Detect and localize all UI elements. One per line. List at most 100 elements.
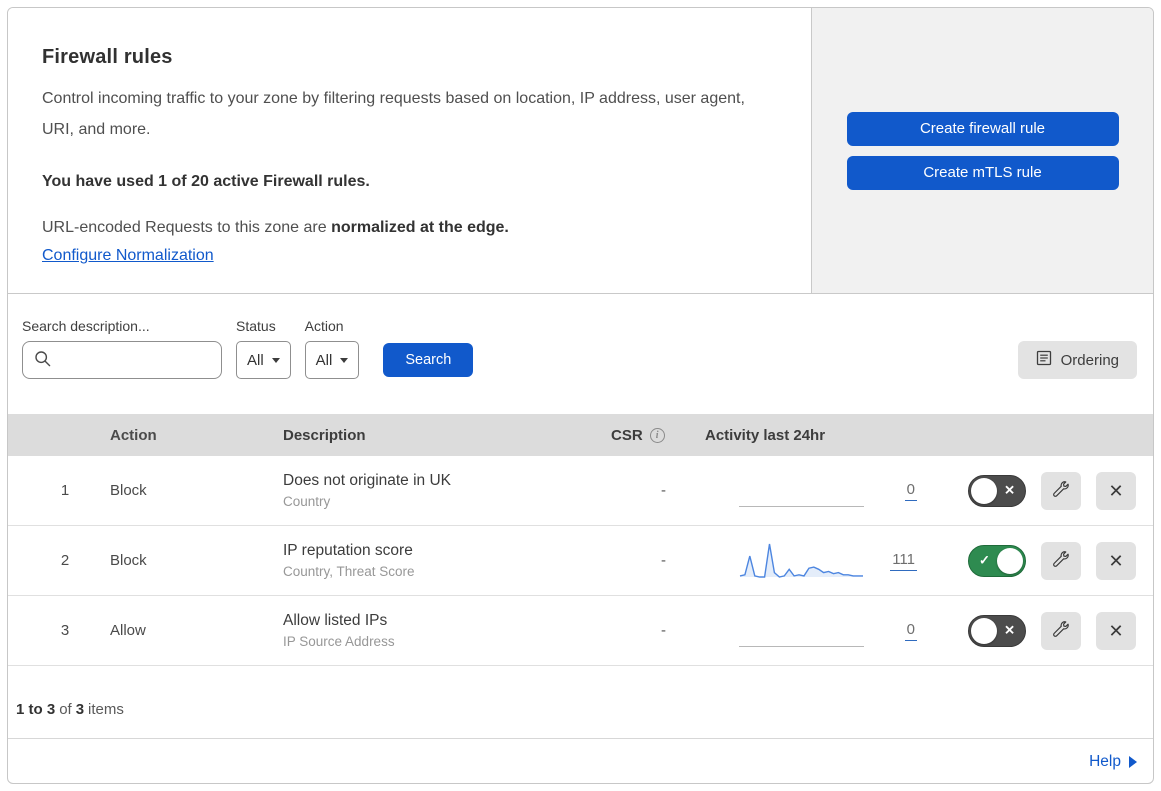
search-label: Search description... (22, 318, 150, 334)
firewall-rules-card: Firewall rules Control incoming traffic … (7, 7, 1154, 784)
chevron-down-icon (340, 357, 349, 363)
page-title: Firewall rules (42, 46, 173, 68)
firewall-rules-page: Firewall rules Control incoming traffic … (0, 0, 1161, 791)
close-icon: ✕ (1108, 550, 1124, 571)
ordering-icon (1036, 350, 1052, 370)
search-group: Search description... (22, 318, 222, 379)
rule-description: IP reputation score (283, 542, 413, 559)
rule-action: Block (110, 482, 147, 499)
wrench-icon (1053, 481, 1069, 500)
rule-csr: - (661, 622, 666, 639)
rule-activity-cell: 111 (703, 526, 918, 595)
edit-rule-button[interactable] (1041, 471, 1081, 510)
activity-sparkline (739, 540, 864, 582)
rule-controls: ✓ ✕ ✕ (918, 541, 1153, 580)
delete-rule-button[interactable]: ✕ (1096, 541, 1136, 580)
ordering-button[interactable]: Ordering (1017, 341, 1137, 379)
action-dropdown[interactable]: All (304, 341, 360, 379)
sparkline-flat-line (739, 645, 864, 647)
rule-activity-cell: 0 (703, 596, 918, 665)
ordering-button-label: Ordering (1060, 351, 1119, 369)
chevron-down-icon (271, 357, 280, 363)
col-header-description: Description (283, 426, 366, 444)
filter-bar: Search description... Status All Action (8, 294, 1153, 414)
help-link-label: Help (1089, 752, 1121, 770)
rule-csr: - (661, 552, 666, 569)
activity-sparkline (739, 470, 864, 512)
table-row: 3 Allow Allow listed IPs IP Source Addre… (8, 596, 1153, 666)
csr-header-label: CSR (611, 426, 643, 444)
wrench-icon (1053, 551, 1069, 570)
top-section: Firewall rules Control incoming traffic … (8, 8, 1153, 294)
rule-csr: - (661, 482, 666, 499)
create-mtls-rule-button[interactable]: Create mTLS rule (846, 155, 1119, 190)
status-dropdown-value: All (247, 351, 264, 369)
edit-rule-button[interactable] (1041, 541, 1081, 580)
rule-action: Block (110, 552, 147, 569)
delete-rule-button[interactable]: ✕ (1096, 611, 1136, 650)
activity-count-link[interactable]: 111 (890, 551, 917, 571)
rule-description: Allow listed IPs (283, 612, 388, 629)
edit-rule-button[interactable] (1041, 611, 1081, 650)
range-text: 1 to 3 (16, 700, 56, 718)
rule-controls: ✓ ✕ ✕ (918, 471, 1153, 510)
rule-enabled-toggle[interactable]: ✓ ✕ (968, 474, 1026, 507)
help-row: Help (8, 738, 1153, 783)
rule-number: 2 (60, 552, 70, 569)
action-label: Action (304, 318, 344, 334)
table-row: 1 Block Does not originate in UK Country… (8, 456, 1153, 526)
sparkline-flat-line (739, 505, 864, 507)
cta-panel: Create firewall rule Create mTLS rule (811, 8, 1153, 293)
status-label: Status (236, 318, 276, 334)
action-dropdown-value: All (315, 351, 333, 369)
rule-fields: Country (283, 494, 331, 509)
search-box (22, 341, 222, 379)
delete-rule-button[interactable]: ✕ (1096, 471, 1136, 510)
toggle-knob (997, 547, 1023, 574)
rule-description-cell: Does not originate in UK Country (283, 472, 603, 509)
rule-fields: Country, Threat Score (283, 564, 415, 579)
rule-description: Does not originate in UK (283, 472, 452, 489)
info-icon[interactable]: i (649, 427, 665, 443)
items-text: items (88, 700, 124, 718)
search-icon (34, 350, 52, 373)
col-header-action: Action (110, 426, 157, 444)
activity-count-link[interactable]: 0 (904, 621, 917, 641)
table-row: 2 Block IP reputation score Country, Thr… (8, 526, 1153, 596)
help-link[interactable]: Help (1089, 753, 1137, 771)
check-icon: ✓ (979, 552, 990, 568)
configure-normalization-link[interactable]: Configure Normalization (42, 247, 214, 265)
activity-count-link[interactable]: 0 (904, 481, 917, 501)
col-header-csr: CSR i (603, 427, 703, 444)
status-group: Status All (236, 318, 291, 379)
normalization-line: URL-encoded Requests to this zone are no… (42, 219, 771, 237)
search-input[interactable] (22, 341, 222, 379)
rule-enabled-toggle[interactable]: ✓ ✕ (968, 544, 1026, 577)
rule-number: 3 (60, 622, 70, 639)
rule-enabled-toggle[interactable]: ✓ ✕ (968, 614, 1026, 647)
action-group: Action All (304, 318, 360, 379)
toggle-knob (971, 477, 997, 504)
of-text: of (59, 700, 72, 718)
col-header-activity: Activity last 24hr (705, 426, 826, 444)
pagination-summary: 1 to 3 of 3 items (8, 666, 1153, 738)
status-dropdown[interactable]: All (236, 341, 291, 379)
close-icon: ✕ (1108, 480, 1124, 501)
rule-number: 1 (60, 482, 70, 499)
arrow-right-icon (1129, 755, 1137, 768)
rule-fields: IP Source Address (283, 634, 395, 649)
usage-line: You have used 1 of 20 active Firewall ru… (42, 173, 370, 191)
rule-description-cell: Allow listed IPs IP Source Address (283, 612, 603, 649)
normalization-prefix: URL-encoded Requests to this zone are (42, 219, 332, 237)
rule-action: Allow (110, 622, 146, 639)
x-icon: ✕ (1004, 482, 1015, 498)
activity-sparkline (739, 610, 864, 652)
intro-description: Control incoming traffic to your zone by… (42, 90, 745, 139)
x-icon: ✕ (1004, 622, 1015, 638)
create-firewall-rule-button[interactable]: Create firewall rule (846, 111, 1119, 146)
rule-activity-cell: 0 (703, 456, 918, 525)
rule-controls: ✓ ✕ ✕ (918, 611, 1153, 650)
close-icon: ✕ (1108, 620, 1124, 641)
toggle-knob (971, 617, 997, 644)
search-button[interactable]: Search (383, 343, 474, 377)
